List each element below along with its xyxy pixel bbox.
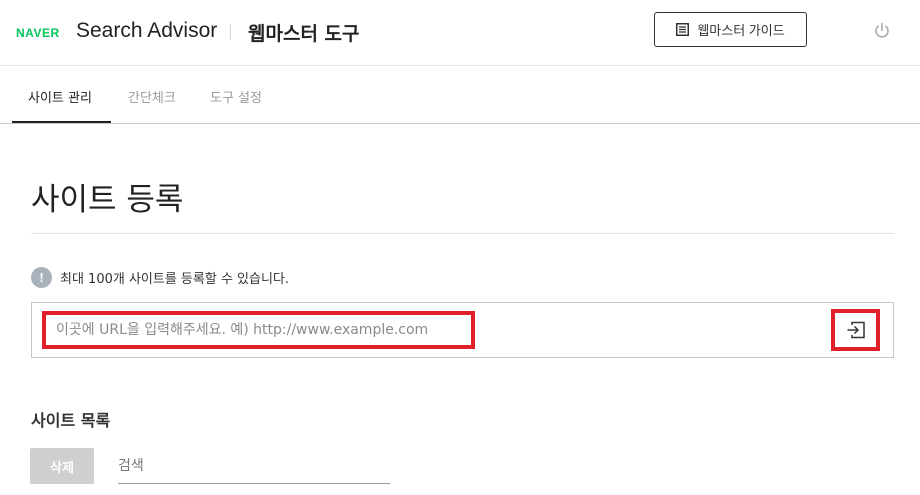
sign-in-arrow-icon — [847, 321, 865, 339]
webmaster-guide-button[interactable]: 웹마스터 가이드 — [654, 12, 807, 47]
naver-logo[interactable]: NAVER — [16, 26, 60, 40]
power-logout-icon[interactable] — [873, 22, 891, 40]
tab-site-management[interactable]: 사이트 관리 — [28, 87, 92, 106]
active-tab-indicator — [12, 121, 111, 123]
site-list-title: 사이트 목록 — [31, 411, 111, 430]
site-search-input[interactable] — [118, 448, 390, 484]
document-list-icon — [676, 23, 690, 36]
top-header: NAVER Search Advisor 웹마스터 도구 웹마스터 가이드 — [0, 0, 920, 66]
site-url-form — [31, 302, 894, 358]
header-divider — [230, 24, 231, 40]
page-title: 사이트 등록 — [31, 182, 184, 218]
register-site-button[interactable] — [831, 309, 880, 351]
tab-quick-check[interactable]: 간단체크 — [128, 87, 176, 106]
tab-bar: 사이트 관리 간단체크 도구 설정 — [0, 67, 920, 124]
tab-tool-settings[interactable]: 도구 설정 — [210, 87, 262, 106]
title-divider — [31, 233, 894, 234]
site-url-input[interactable] — [42, 311, 475, 349]
tool-title: 웹마스터 도구 — [248, 23, 360, 45]
exclamation-info-icon: ! — [31, 267, 52, 288]
app-name[interactable]: Search Advisor — [76, 19, 217, 43]
guide-button-label: 웹마스터 가이드 — [697, 23, 785, 38]
notice-text: 최대 100개 사이트를 등록할 수 있습니다. — [60, 272, 290, 287]
site-limit-notice: ! 최대 100개 사이트를 등록할 수 있습니다. — [31, 267, 289, 288]
delete-button[interactable]: 삭제 — [30, 448, 94, 484]
